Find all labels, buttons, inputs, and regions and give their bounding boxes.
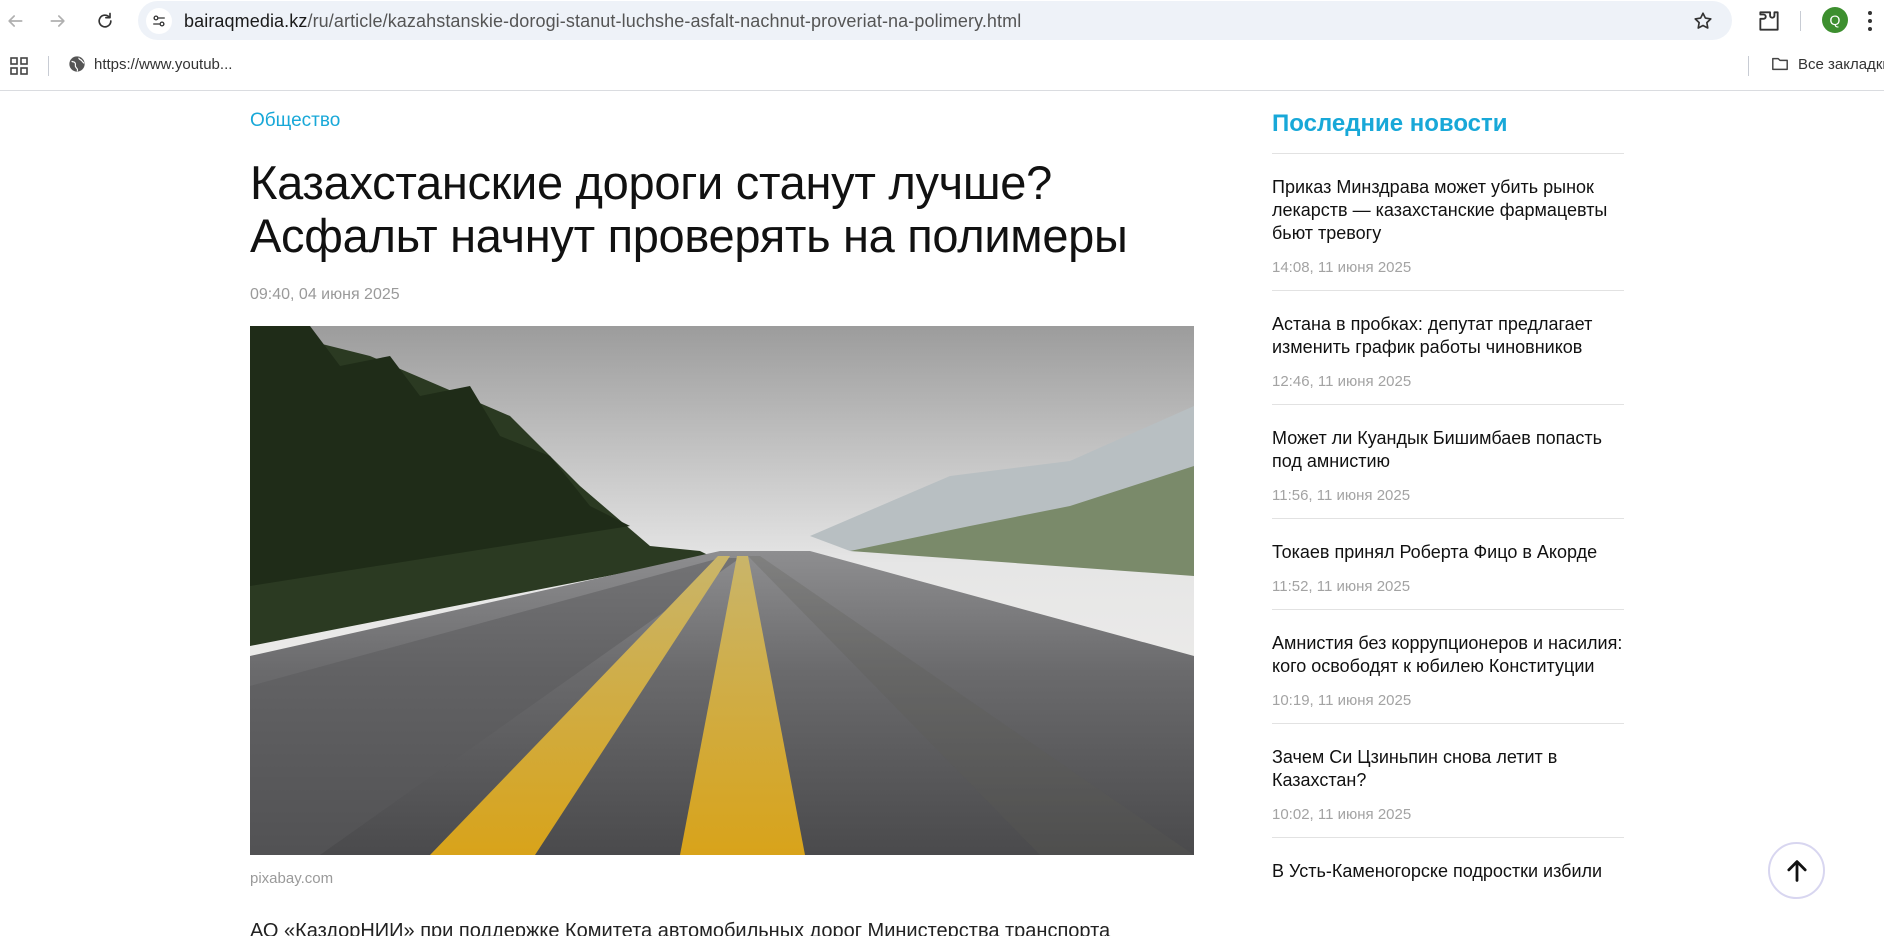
article-title: Казахстанские дороги станут лучше? Асфал… <box>250 156 1128 262</box>
news-time: 10:19, 11 июня 2025 <box>1272 692 1412 709</box>
news-title[interactable]: Приказ Минздрава может убить рынок лекар… <box>1272 176 1624 245</box>
scroll-to-top-button[interactable] <box>1768 842 1825 899</box>
folder-icon <box>1772 57 1788 71</box>
news-item[interactable]: Токаев принял Роберта Фицо в Акорде 11:5… <box>1272 518 1624 609</box>
arrow-up-icon <box>1786 859 1807 882</box>
news-time: 11:52, 11 июня 2025 <box>1272 578 1411 595</box>
toolbar-separator <box>1800 11 1801 31</box>
extensions-icon[interactable] <box>1756 8 1782 34</box>
all-bookmarks-button[interactable]: Все закладки <box>1770 55 1884 73</box>
news-title[interactable]: Может ли Куандык Бишимбаев попасть под а… <box>1272 427 1624 473</box>
bookmarks-separator <box>48 56 49 76</box>
url-text[interactable]: bairaqmedia.kz/ru/article/kazahstanskie-… <box>184 11 1021 32</box>
news-time: 14:08, 11 июня 2025 <box>1272 259 1412 276</box>
news-title[interactable]: Зачем Си Цзиньпин снова летит в Казахста… <box>1272 746 1624 792</box>
menu-dots-icon[interactable] <box>1866 9 1874 33</box>
article-hero-image <box>250 326 1194 855</box>
image-credit: pixabay.com <box>250 870 334 887</box>
news-title[interactable]: Токаев принял Роберта Фицо в Акорде <box>1272 541 1624 564</box>
url-path: /ru/article/kazahstanskie-dorogi-stanut-… <box>307 11 1022 31</box>
reload-icon[interactable] <box>92 8 118 34</box>
bookmark-label: https://www.youtub... <box>94 55 233 73</box>
latest-news-list: Приказ Минздрава может убить рынок лекар… <box>1272 153 1624 897</box>
latest-news-heading: Последние новости <box>1272 110 1508 137</box>
browser-toolbar: bairaqmedia.kz/ru/article/kazahstanskie-… <box>0 0 1884 42</box>
globe-icon <box>69 56 85 72</box>
address-bar[interactable]: bairaqmedia.kz/ru/article/kazahstanskie-… <box>138 1 1732 40</box>
news-item[interactable]: В Усть-Каменогорске подростки избили <box>1272 837 1624 897</box>
forward-icon[interactable] <box>45 8 71 34</box>
article-lead-paragraph: АО «КаздорНИИ» при поддержке Комитета ав… <box>250 920 1111 936</box>
back-icon[interactable] <box>2 8 28 34</box>
news-title[interactable]: Астана в пробках: депутат предлагает изм… <box>1272 313 1624 359</box>
profile-avatar[interactable]: Q <box>1822 7 1848 33</box>
news-item[interactable]: Зачем Си Цзиньпин снова летит в Казахста… <box>1272 723 1624 837</box>
all-bookmarks-label: Все закладки <box>1798 55 1884 73</box>
site-info-icon[interactable] <box>146 8 172 34</box>
bookmarks-separator-right <box>1748 56 1749 76</box>
news-title[interactable]: Амнистия без коррупционеров и насилия: к… <box>1272 632 1624 678</box>
url-host: bairaqmedia.kz <box>184 11 308 31</box>
news-time: 10:02, 11 июня 2025 <box>1272 806 1412 823</box>
news-item[interactable]: Приказ Минздрава может убить рынок лекар… <box>1272 153 1624 290</box>
article-category-link[interactable]: Общество <box>250 110 340 132</box>
news-time: 12:46, 11 июня 2025 <box>1272 373 1412 390</box>
bookmarks-bar: https://www.youtub... Все закладки <box>0 42 1884 91</box>
news-item[interactable]: Астана в пробках: депутат предлагает изм… <box>1272 290 1624 404</box>
news-time: 11:56, 11 июня 2025 <box>1272 487 1411 504</box>
apps-grid-icon[interactable] <box>9 56 29 76</box>
news-title[interactable]: В Усть-Каменогорске подростки избили <box>1272 860 1624 883</box>
bookmark-star-icon[interactable] <box>1692 10 1714 32</box>
news-item[interactable]: Амнистия без коррупционеров и насилия: к… <box>1272 609 1624 723</box>
bookmark-youtube[interactable]: https://www.youtub... <box>68 55 232 73</box>
article-date: 09:40, 04 июня 2025 <box>250 286 400 303</box>
news-item[interactable]: Может ли Куандык Бишимбаев попасть под а… <box>1272 404 1624 518</box>
